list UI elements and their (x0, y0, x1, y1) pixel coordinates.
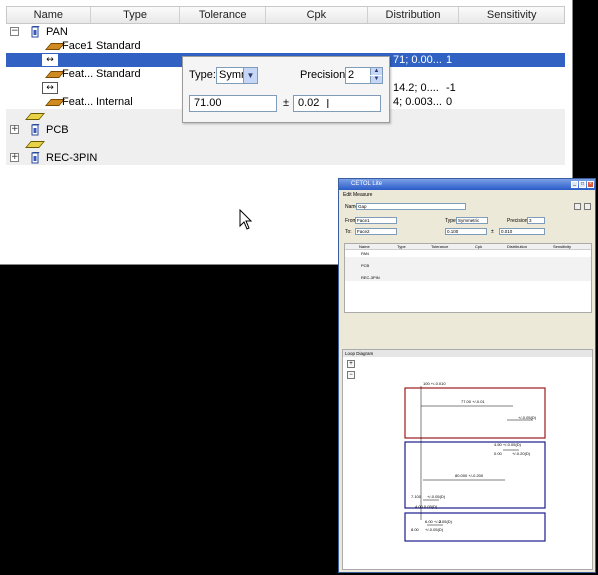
type-select[interactable]: Symmetric (456, 217, 488, 224)
measure-icon: ↔ (42, 82, 58, 94)
thumb-column-header: Type (397, 244, 406, 249)
loop-dim-label: 8.00 (411, 527, 420, 532)
tree-item-type: Internal (96, 96, 133, 108)
precision-label: Precision: (507, 218, 529, 224)
thumb-grid-row: REC-3PIN (345, 275, 591, 281)
minimize-icon[interactable]: _ (571, 181, 578, 188)
tree-item-sensitivity: 1 (446, 54, 453, 66)
loop-dim-label: 4.50 +/-0.05(D) (494, 442, 522, 447)
type-select[interactable]: Symm ▼ (216, 67, 258, 84)
to-label: To: (345, 229, 352, 235)
column-header-name[interactable]: Name (7, 7, 91, 23)
part-icon (31, 124, 40, 136)
precision-label: Precision: (300, 69, 349, 81)
tree-item-name: REC-3PIN (46, 152, 98, 164)
tolerance-input[interactable]: 0.010 (499, 228, 545, 235)
loop-dim-label: 100 +/-0.010 (423, 381, 446, 386)
spin-down-icon[interactable]: ▼ (370, 76, 382, 83)
thumb-column-header: Tolerance (431, 244, 449, 249)
edit-measure-heading: Edit Measure (343, 192, 373, 198)
plus-minus-label: ± (491, 229, 494, 235)
loop-box-pan (404, 387, 546, 439)
tree-row-pan[interactable]: − PAN (6, 25, 565, 39)
text-cursor-icon: I (326, 97, 330, 111)
tolerance-input[interactable]: 0.02 I (293, 95, 381, 112)
tree-item-type: Standard (96, 40, 141, 52)
precision-value: 2 (348, 69, 355, 81)
part-icon (31, 152, 40, 164)
toolbar-icon[interactable] (574, 203, 581, 210)
part-icon (31, 26, 40, 38)
tree-item-name: Feat... (62, 96, 94, 108)
maximize-icon[interactable]: □ (579, 181, 586, 188)
column-header: Name Type Tolerance Cpk Distribution Sen… (6, 6, 565, 24)
tree-item-sensitivity: -1 (446, 82, 456, 94)
from-input[interactable]: Face1 (355, 217, 397, 224)
tree-item-name: PAN (46, 26, 68, 38)
tree-item-distribution: 14.2; 0.... (393, 82, 439, 94)
nominal-input[interactable]: 71.00 (189, 95, 277, 112)
plus-minus-label: ± (283, 97, 290, 109)
loop-dim-label: +/-0.05(D) (427, 494, 446, 499)
tree-item-sensitivity: 0 (446, 96, 453, 108)
tree-row-assembly-feature[interactable] (6, 137, 565, 151)
thumb-column-header: Cpk (475, 244, 483, 249)
precision-spinner[interactable]: 3 (527, 217, 545, 224)
loop-dim-label: +/-0.05(D) (518, 415, 537, 420)
tree-row-face1[interactable]: Face1 Standard (6, 39, 565, 53)
tree-row-rec3pin[interactable]: + REC-3PIN (6, 151, 565, 165)
collapse-icon[interactable]: − (10, 27, 19, 36)
name-input[interactable]: Gap (356, 203, 466, 210)
tree-item-distribution: 4; 0.003... (393, 96, 442, 108)
tree-item-type: Standard (96, 68, 141, 80)
close-icon[interactable]: × (587, 181, 594, 188)
column-header-cpk[interactable]: Cpk (266, 7, 368, 23)
tree-item-name: Feat... (62, 68, 94, 80)
measure-icon: ↔ (42, 54, 58, 66)
toolbar-icon[interactable] (584, 203, 591, 210)
thumbnail-tree-grid: Name Type Tolerance Cpk Distribution Sen… (344, 243, 592, 313)
thumbnail-grid-header: Name Type Tolerance Cpk Distribution Sen… (345, 244, 591, 250)
mouse-cursor-icon (239, 209, 253, 230)
loop-dim-label: +/-0.20(D) (512, 451, 531, 456)
expand-icon[interactable]: + (10, 125, 19, 134)
tree-item-name: Face1 (62, 40, 93, 52)
cetol-window-thumbnail[interactable]: CETOL Lite _ □ × Edit Measure Name: Gap … (338, 178, 596, 573)
tree-item-distribution: 71; 0.00... (393, 54, 442, 66)
loop-dim-label: 0.00 (494, 451, 503, 456)
window-title: CETOL Lite (351, 181, 383, 187)
thumb-column-header: Name (359, 244, 370, 249)
precision-spinner[interactable]: 2 ▲ ▼ (345, 67, 383, 84)
tree-row-pcb[interactable]: + PCB (6, 123, 565, 137)
loop-dim-label: +/-0.05(D) (425, 527, 444, 532)
chevron-down-icon[interactable]: ▼ (243, 68, 257, 83)
thumb-column-header: Distribution (507, 244, 528, 249)
column-header-distribution[interactable]: Distribution (368, 7, 460, 23)
tree-item-name: PCB (46, 124, 69, 136)
type-label: Type: (189, 69, 216, 81)
column-header-sensitivity[interactable]: Sensitivity (459, 7, 564, 23)
loop-dim-label: 4.00 0.05(D) (415, 504, 438, 509)
thumb-column-header: Sensitivity (553, 244, 572, 249)
expand-icon[interactable]: + (10, 153, 19, 162)
window-titlebar[interactable]: CETOL Lite (339, 179, 595, 190)
column-header-tolerance[interactable]: Tolerance (180, 7, 267, 23)
tolerance-edit-popup: Type: Symm ▼ Precision: 2 ▲ ▼ 71.00 ± 0.… (182, 56, 390, 123)
nominal-input[interactable]: 0.100 (445, 228, 487, 235)
column-header-type[interactable]: Type (91, 7, 181, 23)
spin-up-icon[interactable]: ▲ (370, 68, 382, 75)
to-input[interactable]: Face2 (355, 228, 397, 235)
loop-diagram-pane[interactable]: Loop Diagram + − 100 +/-0.010 77.00 +/-0… (342, 349, 593, 570)
assembly-feature-icon (25, 113, 45, 120)
loop-dim-label: 77.00 +/-0.01 (461, 399, 485, 404)
loop-dim-label: 80.000 +/-0.200 (455, 473, 484, 478)
assembly-feature-icon (25, 141, 45, 148)
loop-diagram: 100 +/-0.010 77.00 +/-0.01 +/-0.05(D) 4.… (404, 381, 546, 542)
loop-dim-label: 7.100 (411, 494, 422, 499)
tolerance-input-value: 0.02 (298, 97, 320, 109)
